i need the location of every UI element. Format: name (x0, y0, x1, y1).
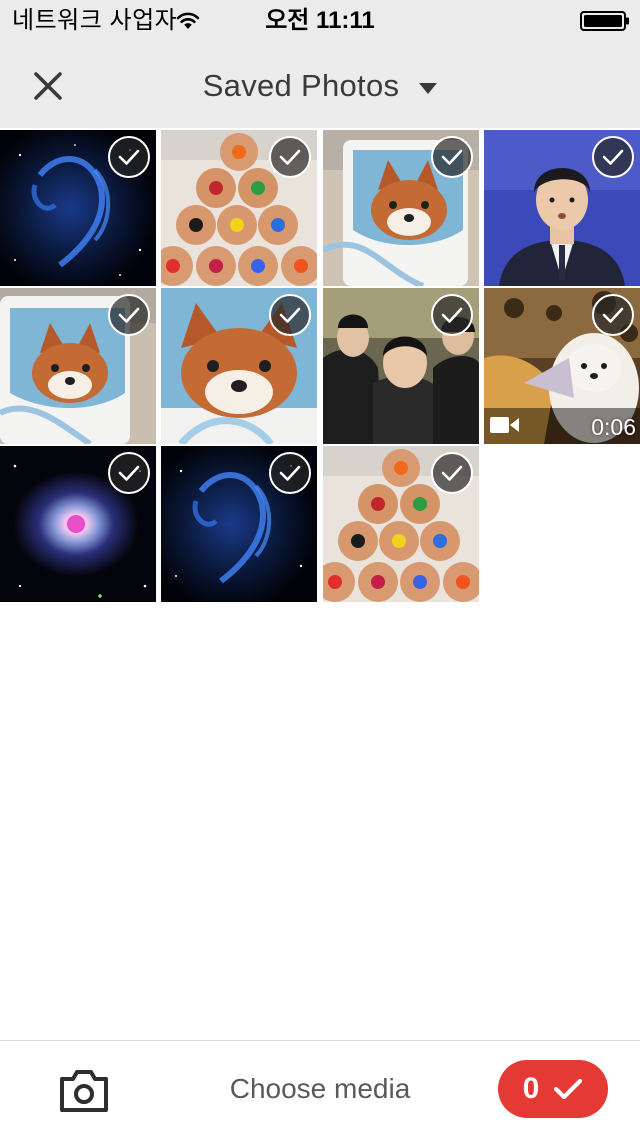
bottom-bar: Choose media 0 (0, 1040, 640, 1136)
battery-icon (580, 11, 629, 31)
photo-tile[interactable] (0, 288, 156, 444)
select-check-icon[interactable] (268, 135, 312, 179)
video-duration: 0:06 (591, 414, 636, 440)
photo-tile[interactable] (323, 288, 479, 444)
dropdown-arrow-icon (419, 83, 438, 94)
album-title: Saved Photos (202, 68, 400, 103)
photo-tile[interactable] (0, 446, 156, 602)
select-check-icon[interactable] (591, 135, 635, 179)
select-check-icon[interactable] (591, 293, 635, 337)
status-bar: 네트워크 사업자 오전 11:11 (0, 0, 640, 40)
photo-tile[interactable] (323, 130, 479, 286)
photo-tile[interactable] (161, 446, 317, 602)
video-tile[interactable]: 0:06 (484, 288, 640, 444)
photo-tile[interactable] (161, 288, 317, 444)
confirm-selection-button[interactable]: 0 (498, 1060, 608, 1118)
status-time: 오전 11:11 (265, 7, 375, 34)
photo-tile[interactable] (0, 130, 156, 286)
photo-tile[interactable] (161, 130, 317, 286)
select-check-icon[interactable] (430, 293, 474, 337)
select-check-icon[interactable] (268, 451, 312, 495)
video-camera-icon (490, 417, 519, 433)
selected-count: 0 (522, 1072, 540, 1105)
checkmark-icon (554, 1078, 583, 1100)
photo-tile[interactable] (484, 130, 640, 286)
select-check-icon[interactable] (107, 293, 151, 337)
select-check-icon[interactable] (268, 293, 312, 337)
select-check-icon[interactable] (430, 451, 474, 495)
select-check-icon[interactable] (107, 135, 151, 179)
photo-tile[interactable] (323, 446, 479, 602)
select-check-icon[interactable] (107, 451, 151, 495)
album-selector[interactable]: Saved Photos (0, 68, 640, 104)
select-check-icon[interactable] (430, 135, 474, 179)
nav-bar: Saved Photos (0, 40, 640, 128)
